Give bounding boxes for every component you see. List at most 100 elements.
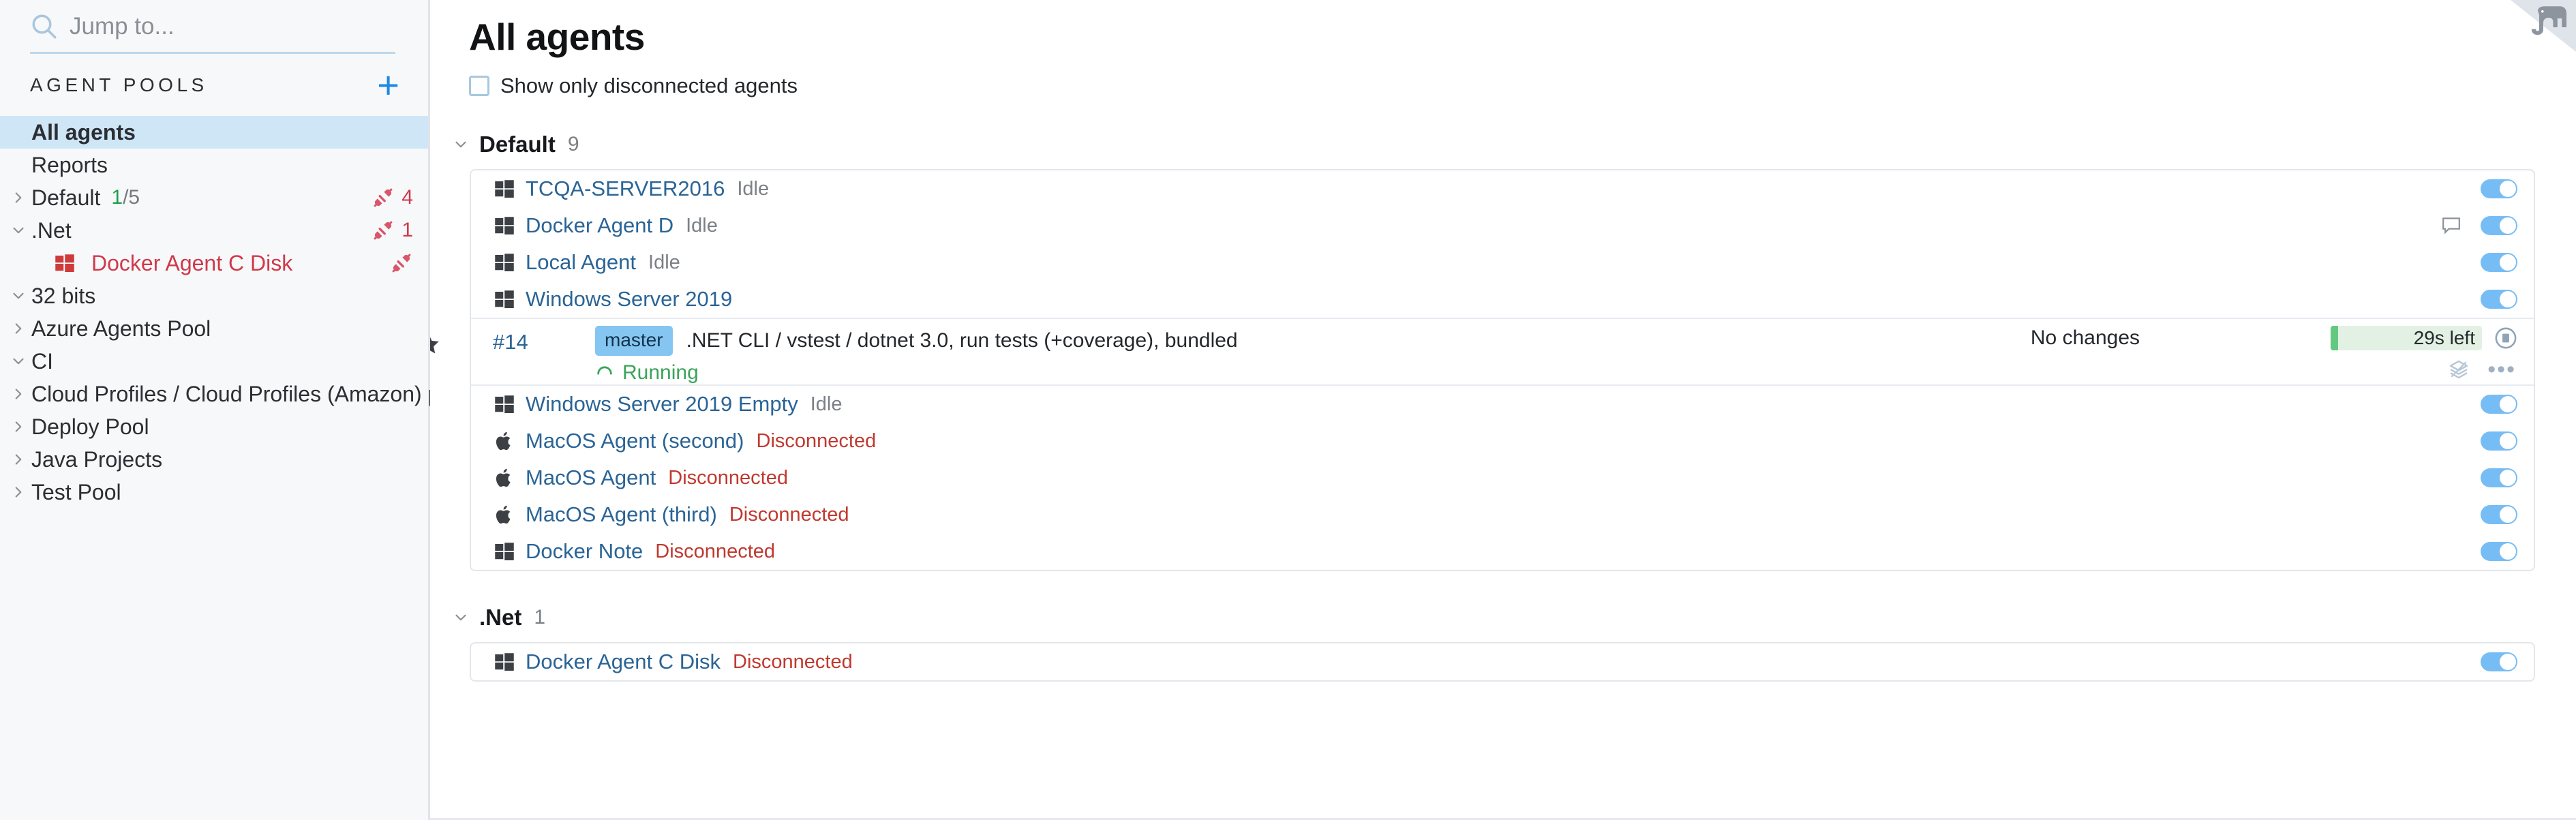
agent-row-actions: [2481, 244, 2517, 281]
agent-name-link[interactable]: TCQA-SERVER2016: [526, 177, 725, 201]
chevron-down-icon[interactable]: [8, 351, 29, 371]
sidebar-item-java-projects[interactable]: Java Projects: [0, 443, 428, 476]
agent-enabled-toggle[interactable]: [2481, 431, 2517, 451]
sidebar-item-deploy-pool[interactable]: Deploy Pool: [0, 410, 428, 443]
comment-icon[interactable]: [2441, 217, 2461, 234]
agent-name-link[interactable]: Local Agent: [526, 250, 636, 275]
chevron-right-icon[interactable]: [8, 187, 29, 208]
agent-group-header[interactable]: .Net 1: [451, 604, 2576, 631]
build-state-label: Running: [622, 361, 699, 384]
agent-enabled-toggle[interactable]: [2481, 253, 2517, 272]
sidebar-item-cloud-profiles-cloud-profiles-amazon-project[interactable]: Cloud Profiles / Cloud Profiles (Amazon)…: [0, 378, 494, 410]
agent-enabled-toggle[interactable]: [2481, 179, 2517, 198]
build-branch-chip[interactable]: master: [595, 326, 673, 356]
sidebar-item-32-bits[interactable]: 32 bits: [0, 279, 428, 312]
sidebar-item-default[interactable]: Default 1/5 4: [0, 181, 428, 214]
sidebar-item-reports[interactable]: Reports: [0, 149, 428, 181]
agent-enabled-toggle[interactable]: [2481, 395, 2517, 414]
agent-group-count: 9: [567, 133, 579, 155]
agent-os-icon: [493, 289, 516, 309]
agent-name-link[interactable]: MacOS Agent (third): [526, 502, 717, 527]
agent-name-link[interactable]: Windows Server 2019 Empty: [526, 392, 798, 416]
agent-status: Idle: [686, 214, 718, 237]
apple-icon: [496, 505, 511, 524]
sidebar-item-all-agents[interactable]: All agents: [0, 116, 428, 149]
chevron-right-icon[interactable]: [8, 449, 29, 470]
agent-enabled-toggle[interactable]: [2481, 468, 2517, 487]
build-right-panel: No changes 29s left •••: [1920, 319, 2534, 384]
sidebar-item-test-pool[interactable]: Test Pool: [0, 476, 428, 508]
agent-enabled-toggle[interactable]: [2481, 216, 2517, 235]
agent-enabled-toggle[interactable]: [2481, 542, 2517, 561]
agent-name-link[interactable]: Docker Note: [526, 539, 643, 564]
chevron-right-icon[interactable]: [8, 482, 29, 502]
agent-os-icon: [493, 394, 516, 414]
disconnected-count: 1: [401, 219, 413, 241]
sidebar-item-label: Cloud Profiles / Cloud Profiles (Amazon)…: [31, 381, 494, 406]
show-only-disconnected-checkbox[interactable]: [469, 76, 489, 96]
agent-enabled-toggle[interactable]: [2481, 652, 2517, 671]
agent-os-icon: [493, 652, 516, 672]
agent-group-name: Default: [479, 132, 556, 157]
sidebar-item-docker-agent-c-disk[interactable]: Docker Agent C Disk: [0, 247, 428, 279]
agent-os-icon: [493, 431, 516, 451]
sidebar: AGENT POOLS + All agents Reports Default 1/…: [0, 0, 494, 820]
agent-name-link[interactable]: Docker Agent D: [526, 213, 673, 238]
build-changes-label[interactable]: No changes: [2031, 327, 2140, 350]
sidebar-item-azure-agents-pool[interactable]: Azure Agents Pool: [0, 312, 428, 345]
agent-groups: Default 9 TCQA-SERVER2016 Idle Docker Agent …: [430, 131, 2576, 682]
agent-row: Local Agent Idle: [471, 244, 2534, 281]
disconnected-plug-icon: [374, 221, 393, 240]
chevron-down-icon[interactable]: [451, 607, 471, 628]
build-progress-fill: [2331, 326, 2339, 350]
chevron-right-icon[interactable]: [8, 318, 29, 339]
disconnected-badge: 1: [372, 219, 413, 242]
agent-group-header[interactable]: Default 9: [451, 131, 2576, 158]
agent-name-link[interactable]: Docker Agent C Disk: [526, 650, 721, 674]
sidebar-item-net[interactable]: .Net 1: [0, 214, 428, 247]
agent-os-icon: [493, 252, 516, 273]
agent-pools-title: AGENT POOLS: [30, 74, 208, 95]
add-agent-pool-button[interactable]: +: [373, 66, 404, 104]
agent-group-name: .Net: [479, 605, 522, 630]
agent-enabled-toggle[interactable]: [2481, 505, 2517, 524]
agent-row: Windows Server 2019 Empty Idle: [471, 386, 2534, 423]
agent-status: Idle: [737, 177, 770, 200]
search-icon: [30, 12, 59, 41]
sidebar-item-label: Reports: [31, 152, 108, 177]
build-configuration-name[interactable]: .NET CLI / vstest / dotnet 3.0, run test…: [686, 329, 1238, 352]
disconnected-count: 4: [401, 186, 413, 209]
agent-row-actions: [2481, 170, 2517, 207]
agent-name-link[interactable]: MacOS Agent (second): [526, 429, 744, 453]
agent-row-actions: [2481, 459, 2517, 496]
agent-group-count: 1: [534, 606, 546, 628]
chevron-right-icon[interactable]: [8, 384, 29, 404]
chevron-down-icon[interactable]: [451, 134, 471, 155]
running-spinner-icon: [597, 366, 612, 375]
stop-build-button[interactable]: [2494, 327, 2517, 350]
agent-name-link[interactable]: Windows Server 2019: [526, 287, 732, 312]
agent-status: Disconnected: [756, 429, 877, 452]
search-input[interactable]: [70, 12, 395, 40]
agent-status: Idle: [810, 393, 843, 415]
disconnected-plug-icon: [374, 188, 393, 207]
sidebar-item-ci[interactable]: CI: [0, 345, 428, 378]
chevron-down-icon[interactable]: [8, 220, 29, 241]
agent-card: TCQA-SERVER2016 Idle Docker Agent D Idle Loc…: [430, 169, 2535, 571]
build-queue-stack-icon[interactable]: [2448, 359, 2470, 380]
build-number[interactable]: #14: [493, 319, 595, 384]
disconnected-badge: [390, 252, 413, 275]
agent-enabled-toggle[interactable]: [2481, 290, 2517, 309]
agent-row-actions: [2481, 496, 2517, 533]
agent-name-link[interactable]: MacOS Agent: [526, 466, 656, 490]
search-bar: [0, 0, 428, 55]
build-more-actions-button[interactable]: •••: [2487, 358, 2516, 381]
star-icon[interactable]: [430, 333, 440, 356]
agent-row: Docker Agent D Idle: [471, 207, 2534, 244]
windows-icon: [495, 543, 514, 560]
chevron-right-icon[interactable]: [8, 416, 29, 437]
chevron-down-icon[interactable]: [8, 286, 29, 306]
windows-icon: [55, 254, 74, 272]
show-only-disconnected-label[interactable]: Show only disconnected agents: [500, 74, 798, 98]
build-time-left: 29s left: [2413, 327, 2475, 348]
